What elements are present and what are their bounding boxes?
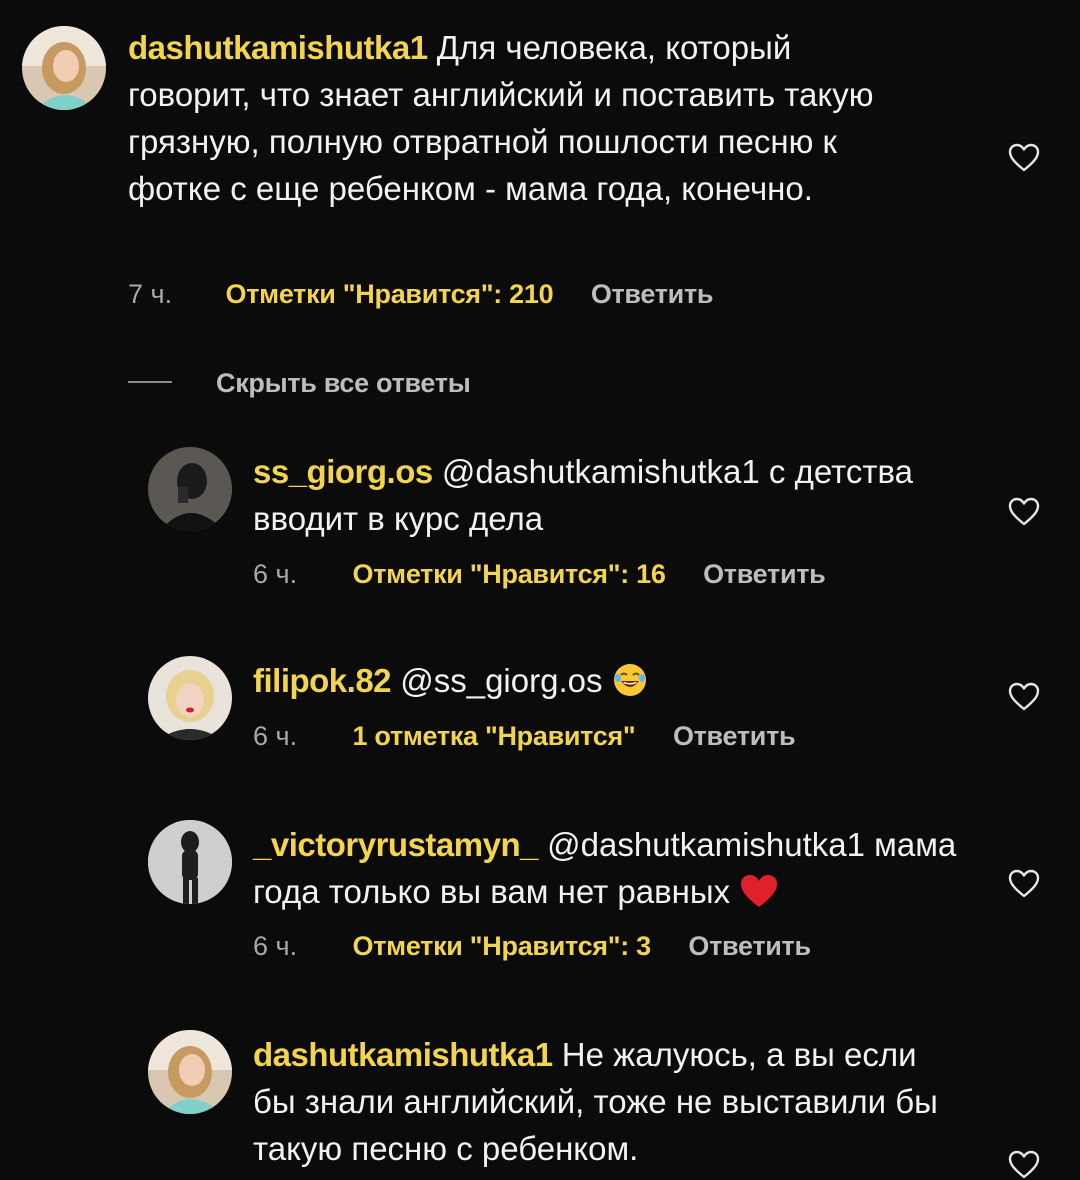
heart-icon[interactable] [1008, 869, 1040, 899]
comment-meta: 7 ч. Отметки "Нравится": 210 Ответить [128, 278, 713, 310]
divider [128, 381, 172, 383]
reply-button[interactable]: Ответить [703, 558, 826, 590]
avatar[interactable] [148, 1030, 232, 1114]
comment-meta: 6 ч. Отметки "Нравится": 3 Ответить [253, 930, 811, 962]
comment-text: dashutkamishutka1 Для человека, который … [128, 24, 918, 212]
avatar[interactable] [148, 447, 232, 531]
comment-time: 6 ч. [253, 559, 298, 589]
avatar[interactable] [148, 820, 232, 904]
tears-of-joy-emoji [612, 662, 648, 710]
comment-likes[interactable]: Отметки "Нравится": 210 [226, 278, 554, 310]
comment-time: 6 ч. [253, 931, 298, 961]
comment-username[interactable]: dashutkamishutka1 [128, 29, 428, 66]
comment-username[interactable]: filipok.82 [253, 662, 392, 699]
mention-link[interactable]: @dashutkamishutka1 [547, 826, 865, 863]
mention-link[interactable]: @dashutkamishutka1 [442, 453, 760, 490]
heart-icon[interactable] [1008, 682, 1040, 712]
reply-button[interactable]: Ответить [591, 278, 714, 310]
mention-link[interactable]: @ss_giorg.os [400, 662, 602, 699]
comment-text: _victoryrustamyn_ @dashutkamishutka1 мам… [253, 821, 973, 921]
heart-icon[interactable] [1008, 497, 1040, 527]
red-heart-emoji [739, 873, 779, 921]
comment-meta: 6 ч. 1 отметка "Нравится" Ответить [253, 720, 796, 752]
comment-time: 7 ч. [128, 279, 173, 309]
reply-button[interactable]: Ответить [688, 930, 811, 962]
comment-meta: 6 ч. Отметки "Нравится": 16 Ответить [253, 558, 826, 590]
comment-text: filipok.82 @ss_giorg.os [253, 657, 933, 710]
reply-button[interactable]: Ответить [673, 720, 796, 752]
heart-icon[interactable] [1008, 1150, 1040, 1180]
hide-replies-label: Скрыть все ответы [216, 368, 471, 398]
comment-likes[interactable]: Отметки "Нравится": 16 [353, 558, 666, 590]
avatar[interactable] [22, 26, 106, 110]
comment-username[interactable]: dashutkamishutka1 [253, 1036, 553, 1073]
comment-likes[interactable]: 1 отметка "Нравится" [353, 720, 636, 752]
comment-text: dashutkamishutka1 Не жалуюсь, а вы если … [253, 1031, 963, 1172]
comment-username[interactable]: ss_giorg.os [253, 453, 433, 490]
heart-icon[interactable] [1008, 143, 1040, 173]
comment-time: 6 ч. [253, 721, 298, 751]
comment-username[interactable]: _victoryrustamyn_ [253, 826, 538, 863]
avatar[interactable] [148, 656, 232, 740]
comment-text: ss_giorg.os @dashutkamishutka1 с детства… [253, 448, 933, 542]
comment-likes[interactable]: Отметки "Нравится": 3 [353, 930, 652, 962]
